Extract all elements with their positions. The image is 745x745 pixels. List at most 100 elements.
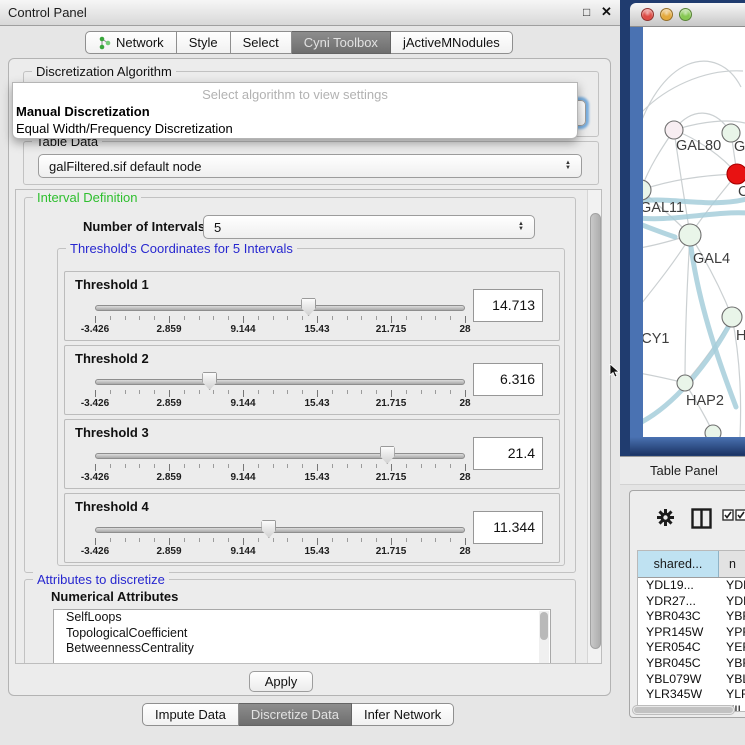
slider-tick [450,316,451,320]
threshold-label: Threshold 2 [75,351,149,366]
threshold-value-field[interactable]: 14.713 [473,289,543,322]
threshold-box-4: Threshold 4-3.4262.8599.14415.4321.71528… [64,493,560,563]
cyni-toolbox-panel: Discretization Algorithm ▲▼ Table Data g… [8,58,611,696]
threshold-slider: -3.4262.8599.14415.4321.71528 [65,444,485,488]
zoom-traffic-light-icon[interactable] [679,8,692,21]
threshold-box-2: Threshold 2 -3.4262.8599.14415.4321.71528… [64,345,560,415]
slider-tick [184,538,185,542]
slider-tick [421,464,422,468]
network-node-label: HAP2 [686,393,724,409]
numerical-attributes-label: Numerical Attributes [51,589,178,604]
threshold-slider: -3.4262.8599.14415.4321.71528 [65,518,485,562]
slider-track[interactable] [95,453,465,459]
attribute-list-item[interactable]: SelfLoops [54,610,550,626]
table-row[interactable]: YBL079WYBL0 [638,672,745,688]
network-edge[interactable] [643,130,674,190]
network-edge[interactable] [685,235,690,383]
checkbox-icon[interactable] [722,508,734,526]
network-node-gal4[interactable] [679,224,701,246]
column-header-n[interactable]: n [719,551,745,577]
tab-impute-data[interactable]: Impute Data [142,703,239,726]
slider-track[interactable] [95,379,465,385]
slider-tick [273,316,274,320]
slider-thumb[interactable] [202,372,217,390]
slider-tick [154,538,155,542]
table-row[interactable]: YPR145WYPR1 [638,625,745,641]
horizontal-scrollbar[interactable] [632,705,735,715]
tab-discretize-data[interactable]: Discretize Data [239,703,352,726]
network-node-c[interactable] [727,164,745,184]
apply-button[interactable]: Apply [249,671,313,692]
table-row[interactable]: YDR27...YDR2 [638,594,745,610]
list-scrollbar[interactable] [539,611,549,663]
slider-track[interactable] [95,305,465,311]
tab-network[interactable]: Network [85,31,177,54]
threshold-value-field[interactable]: 6.316 [473,363,543,396]
tab-infer-network[interactable]: Infer Network [352,703,454,726]
column-header-shared-[interactable]: shared... [638,551,719,577]
table-row[interactable]: YBR043CYBR0 [638,609,745,625]
close-icon[interactable]: ✕ [601,4,612,20]
checkbox-icon[interactable] [735,508,745,526]
slider-tick [139,538,140,542]
attribute-list-item[interactable]: BetweennessCentrality [54,641,550,657]
slider-tick [169,316,170,323]
threshold-slider: -3.4262.8599.14415.4321.71528 [65,370,485,414]
vertical-scrollbar[interactable] [587,190,602,663]
network-node[interactable] [705,425,721,437]
float-window-icon[interactable]: □ [583,5,590,19]
close-traffic-light-icon[interactable] [641,8,654,21]
cell-name: YBR0 [719,609,745,625]
slider-tick [184,390,185,394]
slider-tick [317,464,318,471]
network-edge[interactable] [643,174,737,190]
group-title: Threshold's Coordinates for 5 Intervals [66,241,297,256]
table-panel-toolbar [630,491,745,549]
scrollbar-thumb[interactable] [540,612,548,640]
slider-tick [391,538,392,545]
attribute-list-item[interactable]: TopologicalCoefficient [54,626,550,642]
slider-thumb[interactable] [261,520,276,538]
cell-shared-name: YPR145W [638,625,719,641]
table-row[interactable]: YLR345WYLR3 [638,687,745,703]
gear-icon[interactable] [656,508,675,532]
slider-tick [243,464,244,471]
network-window-titlebar [630,3,745,27]
slider-tick [95,316,96,323]
table-data-value: galFiltered.sif default node [49,159,201,174]
network-canvas[interactable]: GAL80GACGAL11GAL4GCY1HHAP2 [643,27,745,437]
tab-select[interactable]: Select [231,31,292,54]
popup-option-equal-width-frequency[interactable]: Equal Width/Frequency Discretization [16,121,233,136]
group-title: Interval Definition [33,190,141,205]
network-node-hap2[interactable] [677,375,693,391]
slider-tick-label: 28 [459,324,470,335]
threshold-box-3: Threshold 3-3.4262.8599.14415.4321.71528… [64,419,560,489]
threshold-value-field[interactable]: 11.344 [473,511,543,544]
slider-thumb[interactable] [380,446,395,464]
popup-option-manual-discretization[interactable]: Manual Discretization [16,104,150,119]
tab-jactivemnodules[interactable]: jActiveMNodules [391,31,513,54]
scrollbar-thumb[interactable] [590,213,601,649]
scrollbar-thumb[interactable] [634,707,733,713]
cell-shared-name: YBR043C [638,609,719,625]
network-node-h[interactable] [722,307,742,327]
tab-style[interactable]: Style [177,31,231,54]
network-edge-thick[interactable] [643,221,675,237]
table-row[interactable]: YDL19...YDL1 [638,578,745,594]
slider-thumb[interactable] [301,298,316,316]
table-row[interactable]: YER054CYER0 [638,640,745,656]
tab-cyni-toolbox[interactable]: Cyni Toolbox [292,31,391,54]
threshold-box-1: Threshold 1-3.4262.8599.14415.4321.71528… [64,271,560,341]
settings-scrollpane: Interval Definition Number of Intervals … [15,189,602,664]
slider-track[interactable] [95,527,465,533]
number-of-intervals-spinner[interactable]: 5 ▲▼ [203,215,535,239]
table-data-combobox[interactable]: galFiltered.sif default node ▲▼ [38,154,582,178]
network-edge[interactable] [643,237,690,318]
minimize-traffic-light-icon[interactable] [660,8,673,21]
split-columns-icon[interactable] [691,508,712,534]
threshold-value-field[interactable]: 21.4 [473,437,543,470]
table-data-group: Table Data galFiltered.sif default node … [23,141,599,185]
table-row[interactable]: YBR045CYBR0 [638,656,745,672]
slider-tick [154,316,155,320]
network-node-gal80[interactable] [665,121,683,139]
